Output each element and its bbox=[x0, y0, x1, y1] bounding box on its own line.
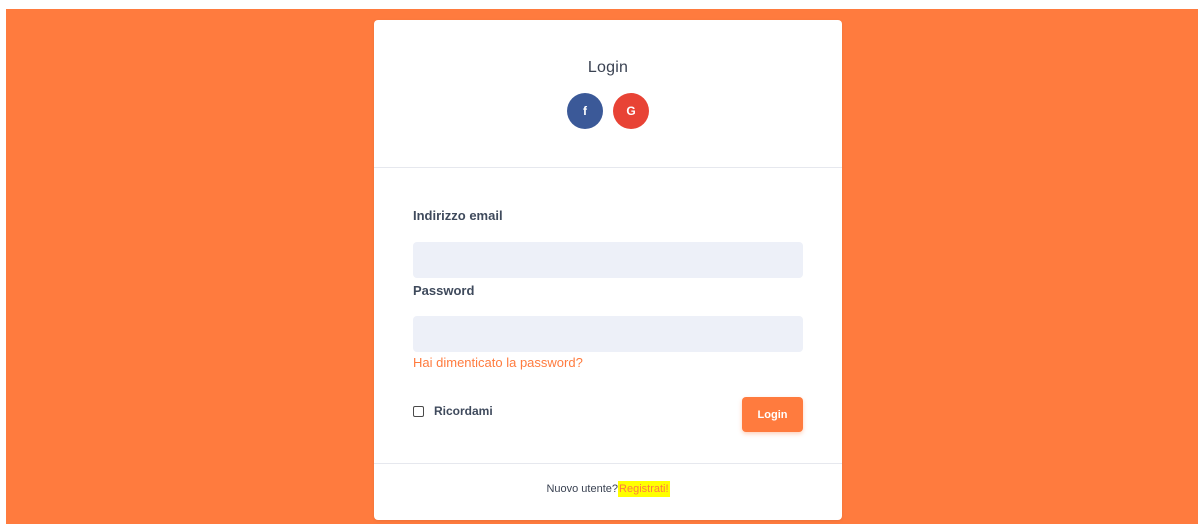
remember-me-label: Ricordami bbox=[434, 404, 493, 418]
facebook-login-button[interactable]: f bbox=[567, 93, 603, 129]
remember-me-checkbox[interactable] bbox=[413, 405, 424, 417]
google-icon: G bbox=[626, 104, 636, 118]
login-title: Login bbox=[587, 59, 629, 76]
password-label: Password bbox=[413, 283, 475, 298]
email-field[interactable] bbox=[413, 242, 803, 278]
register-link[interactable]: Registrati! bbox=[618, 481, 670, 497]
password-field[interactable] bbox=[413, 316, 803, 352]
page-background: Login f G Indirizzo email Password Hai d… bbox=[6, 9, 1198, 524]
login-card: Login f G Indirizzo email Password Hai d… bbox=[374, 20, 842, 520]
google-login-button[interactable]: G bbox=[613, 93, 649, 129]
forgot-password-link[interactable]: Hai dimenticato la password? bbox=[413, 355, 583, 370]
login-card-footer: Nuovo utente?Registrati! bbox=[374, 463, 842, 521]
login-card-header: Login f G bbox=[374, 20, 842, 168]
new-user-label: Nuovo utente? bbox=[546, 483, 619, 495]
facebook-icon: f bbox=[583, 104, 587, 118]
remember-me: Ricordami bbox=[413, 404, 493, 418]
login-button[interactable]: Login bbox=[742, 397, 803, 432]
new-user-prompt: Nuovo utente?Registrati! bbox=[374, 481, 842, 497]
email-label: Indirizzo email bbox=[413, 208, 503, 223]
